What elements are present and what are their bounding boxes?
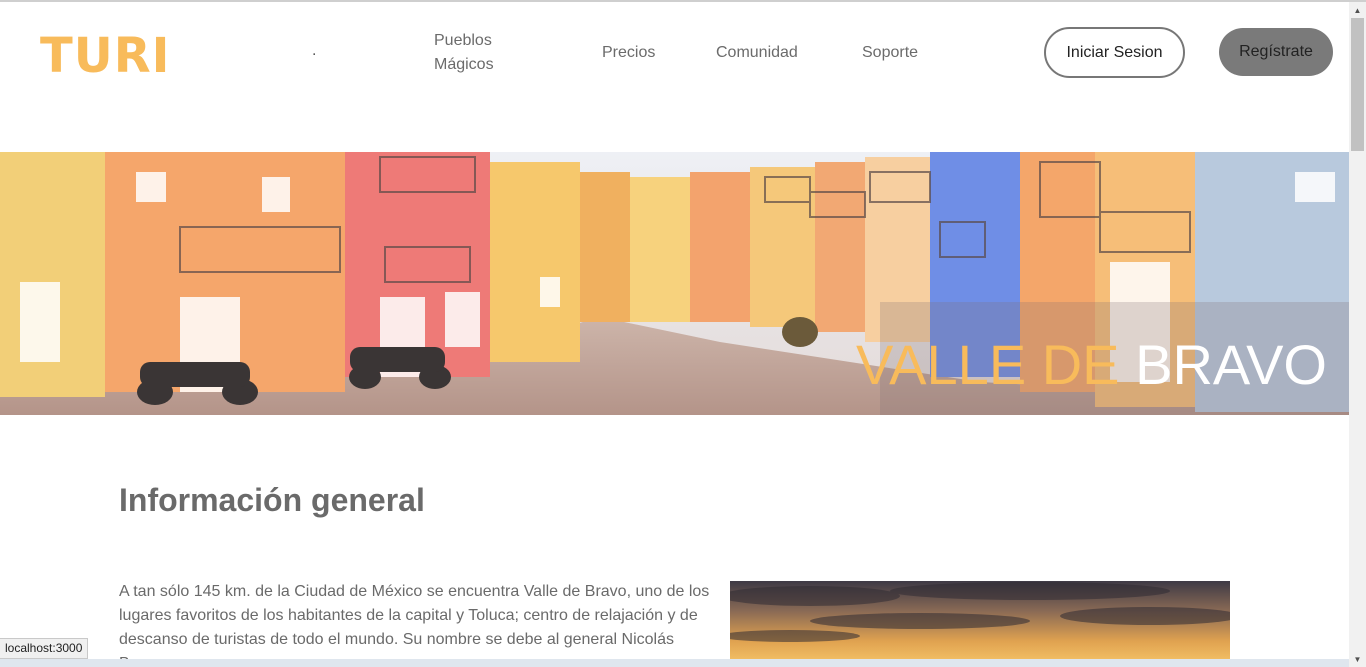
navbar: TURI . Pueblos Mágicos Precios Comunidad… [0, 2, 1349, 152]
triangle-down-icon[interactable]: ▼ [1349, 651, 1366, 667]
triangle-up-icon[interactable]: ▲ [1349, 2, 1366, 18]
taskbar-strip [0, 659, 1349, 667]
status-url-tooltip: localhost:3000 [0, 638, 89, 659]
nav-precios[interactable]: Precios [602, 41, 655, 65]
section-heading: Información general [119, 482, 425, 518]
nav-soporte[interactable]: Soporte [862, 41, 918, 65]
logo[interactable]: TURI [40, 28, 171, 84]
nav-pueblos-magicos[interactable]: Pueblos Mágicos [434, 29, 534, 77]
hero-title: VALLE DE BRAVO [856, 330, 1327, 400]
register-button[interactable]: Regístrate [1219, 28, 1333, 76]
hero-title-part1: VALLE DE [855, 333, 1120, 396]
nav-dot: . [312, 42, 317, 59]
nav-comunidad[interactable]: Comunidad [716, 41, 798, 65]
vertical-scrollbar[interactable]: ▲ ▼ [1349, 2, 1366, 667]
sunset-image [730, 581, 1230, 667]
login-button[interactable]: Iniciar Sesion [1044, 27, 1185, 78]
hero-title-part2: BRAVO [1135, 333, 1327, 396]
scrollbar-thumb[interactable] [1351, 18, 1364, 151]
info-paragraph: A tan sólo 145 km. de la Ciudad de Méxic… [119, 583, 710, 667]
hero-banner: VALLE DE BRAVO [0, 152, 1349, 415]
